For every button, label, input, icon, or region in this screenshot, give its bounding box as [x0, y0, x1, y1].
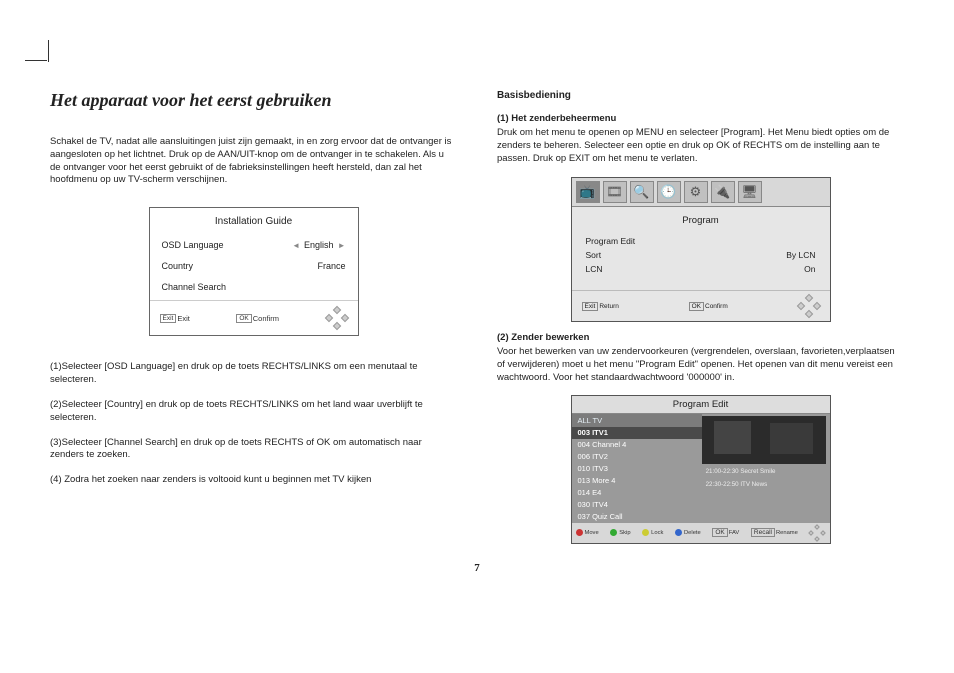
dpad-icon — [326, 307, 348, 329]
footer-action: Lock — [651, 530, 663, 536]
list-item[interactable]: 037 Quiz Call — [572, 511, 702, 523]
subsection-body: Voor het bewerken van uw zendervoorkeure… — [497, 346, 904, 384]
yellow-dot-icon — [642, 529, 649, 536]
blue-dot-icon — [675, 529, 682, 536]
gear-icon[interactable]: ⚙ — [684, 181, 708, 203]
edit-title: Program Edit — [572, 396, 830, 414]
program-menu-box: 📺 🎞 🔍 🕒 ⚙ 🔌 🖥 Program Program Edit Sort … — [571, 177, 831, 322]
ok-key-icon: OK — [236, 314, 251, 323]
menu-title: Program — [572, 207, 830, 232]
epg-line: 21:00-22:30 Secret Smile — [702, 466, 826, 477]
page-title: Het apparaat voor het eerst gebruiken — [50, 90, 457, 111]
tv-icon[interactable]: 📺 — [576, 181, 600, 203]
list-item[interactable]: 003 ITV1 — [572, 427, 702, 439]
install-row[interactable]: OSD Language ◄ English ► — [150, 237, 358, 258]
list-header: ALL TV — [572, 414, 702, 427]
menu-row-label: LCN — [586, 264, 603, 274]
menu-row-label: Sort — [586, 250, 602, 260]
row-label: Country — [162, 261, 318, 271]
ok-label: Confirm — [705, 303, 728, 310]
row-value: English — [304, 240, 334, 250]
footer-action: Rename — [776, 530, 798, 536]
monitor-icon[interactable]: 🖥 — [738, 181, 762, 203]
step-text: (4) Zodra het zoeken naar zenders is vol… — [50, 474, 457, 487]
subsection-heading: (1) Het zenderbeheermenu — [497, 113, 904, 124]
dpad-icon — [798, 295, 820, 317]
footer-action: FAV — [729, 530, 740, 536]
preview-image — [702, 416, 826, 464]
exit-key-icon: Exit — [582, 302, 599, 311]
dpad-icon — [809, 525, 825, 541]
row-value: France — [317, 261, 345, 271]
menu-row[interactable]: Sort By LCN — [586, 248, 816, 262]
red-dot-icon — [576, 529, 583, 536]
usb-icon[interactable]: 🔌 — [711, 181, 735, 203]
ok-label: Confirm — [253, 314, 279, 323]
list-item[interactable]: 030 ITV4 — [572, 499, 702, 511]
program-edit-box: Program Edit ALL TV 003 ITV1 004 Channel… — [571, 395, 831, 544]
install-box-title: Installation Guide — [150, 208, 358, 237]
subsection-heading: (2) Zender bewerken — [497, 332, 904, 343]
list-item[interactable]: 013 More 4 — [572, 475, 702, 487]
subsection-body: Druk om het menu te openen op MENU en se… — [497, 127, 904, 165]
menu-row[interactable]: LCN On — [586, 262, 816, 276]
exit-label: Return — [599, 303, 619, 310]
chevron-right-icon[interactable]: ► — [338, 241, 346, 250]
install-row[interactable]: Country France — [150, 258, 358, 279]
menu-row-value: By LCN — [786, 250, 815, 260]
ok-key-icon: OK — [689, 302, 704, 311]
film-icon[interactable]: 🎞 — [603, 181, 627, 203]
install-row[interactable]: Channel Search — [150, 279, 358, 300]
footer-action: Skip — [619, 530, 630, 536]
epg-line: 22:30-22:50 ITV News — [702, 479, 826, 490]
step-text: (2)Selecteer [Country] en druk op de toe… — [50, 399, 457, 425]
search-icon[interactable]: 🔍 — [630, 181, 654, 203]
footer-action: Move — [585, 530, 599, 536]
exit-label: Exit — [177, 314, 190, 323]
exit-key-icon: Exit — [160, 314, 177, 323]
channel-list[interactable]: ALL TV 003 ITV1 004 Channel 4 006 ITV2 0… — [572, 414, 702, 523]
clock-icon[interactable]: 🕒 — [657, 181, 681, 203]
step-text: (1)Selecteer [OSD Language] en druk op d… — [50, 361, 457, 387]
ok-key-icon: OK — [712, 528, 727, 537]
menu-row-value: On — [804, 264, 815, 274]
menu-row[interactable]: Program Edit — [586, 234, 816, 248]
page-number: 7 — [50, 562, 904, 574]
section-heading: Basisbediening — [497, 90, 904, 101]
chevron-left-icon[interactable]: ◄ — [292, 241, 300, 250]
step-text: (3)Selecteer [Channel Search] en druk op… — [50, 437, 457, 463]
intro-paragraph: Schakel de TV, nadat alle aansluitingen … — [50, 136, 457, 187]
list-item[interactable]: 014 E4 — [572, 487, 702, 499]
green-dot-icon — [610, 529, 617, 536]
list-item[interactable]: 006 ITV2 — [572, 451, 702, 463]
recall-key-icon: Recall — [751, 528, 775, 537]
installation-guide-box: Installation Guide OSD Language ◄ Englis… — [149, 207, 359, 336]
menu-row-label: Program Edit — [586, 236, 636, 246]
row-label: OSD Language — [162, 240, 293, 250]
list-item[interactable]: 004 Channel 4 — [572, 439, 702, 451]
list-item[interactable]: 010 ITV3 — [572, 463, 702, 475]
footer-action: Delete — [684, 530, 701, 536]
row-label: Channel Search — [162, 282, 346, 292]
